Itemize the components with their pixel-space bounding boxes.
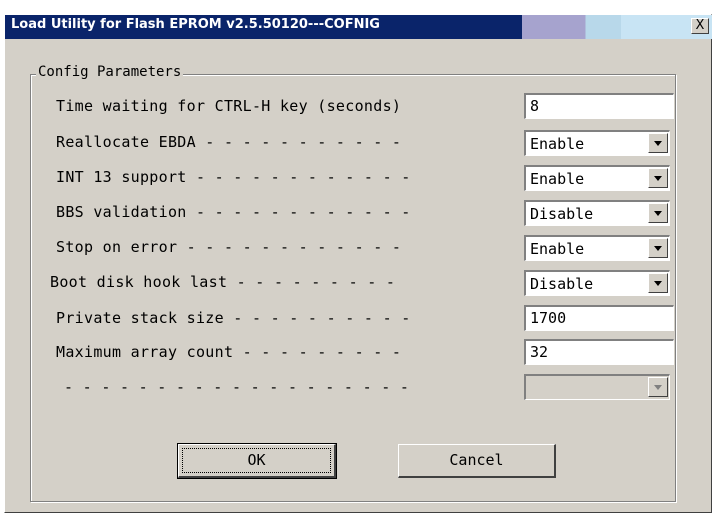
chevron-down-icon[interactable] (648, 273, 668, 293)
reallocate-ebda-value: Enable (530, 135, 585, 153)
private-stack-size-input[interactable]: 1700 (524, 305, 674, 331)
param-label-ctrl-h-wait: Time waiting for CTRL-H key (seconds) (56, 97, 402, 115)
stop-on-error-select[interactable]: Enable (524, 235, 670, 261)
boot-disk-hook-last-select[interactable]: Disable (524, 270, 670, 296)
int13-support-select[interactable]: Enable (524, 165, 670, 191)
int13-support-value: Enable (530, 170, 585, 188)
chevron-down-icon[interactable] (648, 133, 668, 153)
close-icon: X (695, 18, 705, 33)
chevron-down-icon (648, 377, 668, 397)
param-label-private-stack-size: Private stack size - - - - - - - - - - (56, 309, 411, 327)
cancel-button[interactable]: Cancel (398, 444, 556, 478)
ctrl-h-wait-input[interactable]: 8 (524, 93, 674, 119)
chevron-down-icon[interactable] (648, 203, 668, 223)
param-label-reallocate-ebda: Reallocate EBDA - - - - - - - - - - - (56, 133, 402, 151)
chevron-down-icon[interactable] (648, 238, 668, 258)
param-label-boot-disk-hook-last: Boot disk hook last - - - - - - - - - (50, 273, 396, 291)
param-label-maximum-array-count: Maximum array count - - - - - - - - - (56, 343, 402, 361)
param-label-unused: - - - - - - - - - - - - - - - - - - - (64, 378, 410, 396)
bbs-validation-value: Disable (530, 205, 594, 223)
group-title: Config Parameters (36, 64, 184, 80)
reallocate-ebda-select[interactable]: Enable (524, 130, 670, 156)
ok-button[interactable]: OK (177, 443, 337, 479)
boot-disk-hook-last-value: Disable (530, 275, 594, 293)
param-label-bbs-validation: BBS validation - - - - - - - - - - - - (56, 203, 411, 221)
unused-select (524, 374, 670, 400)
close-button[interactable]: X (691, 18, 709, 34)
chevron-down-icon[interactable] (648, 168, 668, 188)
window-title: Load Utility for Flash EPROM v2.5.50120-… (11, 17, 380, 32)
stop-on-error-value: Enable (530, 240, 585, 258)
maximum-array-count-input[interactable]: 32 (524, 339, 674, 365)
bbs-validation-select[interactable]: Disable (524, 200, 670, 226)
param-label-stop-on-error: Stop on error - - - - - - - - - - - - (56, 238, 402, 256)
cancel-button-label: Cancel (449, 451, 504, 469)
param-label-int13-support: INT 13 support - - - - - - - - - - - - (56, 168, 411, 186)
title-bar[interactable]: Load Utility for Flash EPROM v2.5.50120-… (5, 15, 712, 39)
focus-rectangle (182, 448, 331, 473)
